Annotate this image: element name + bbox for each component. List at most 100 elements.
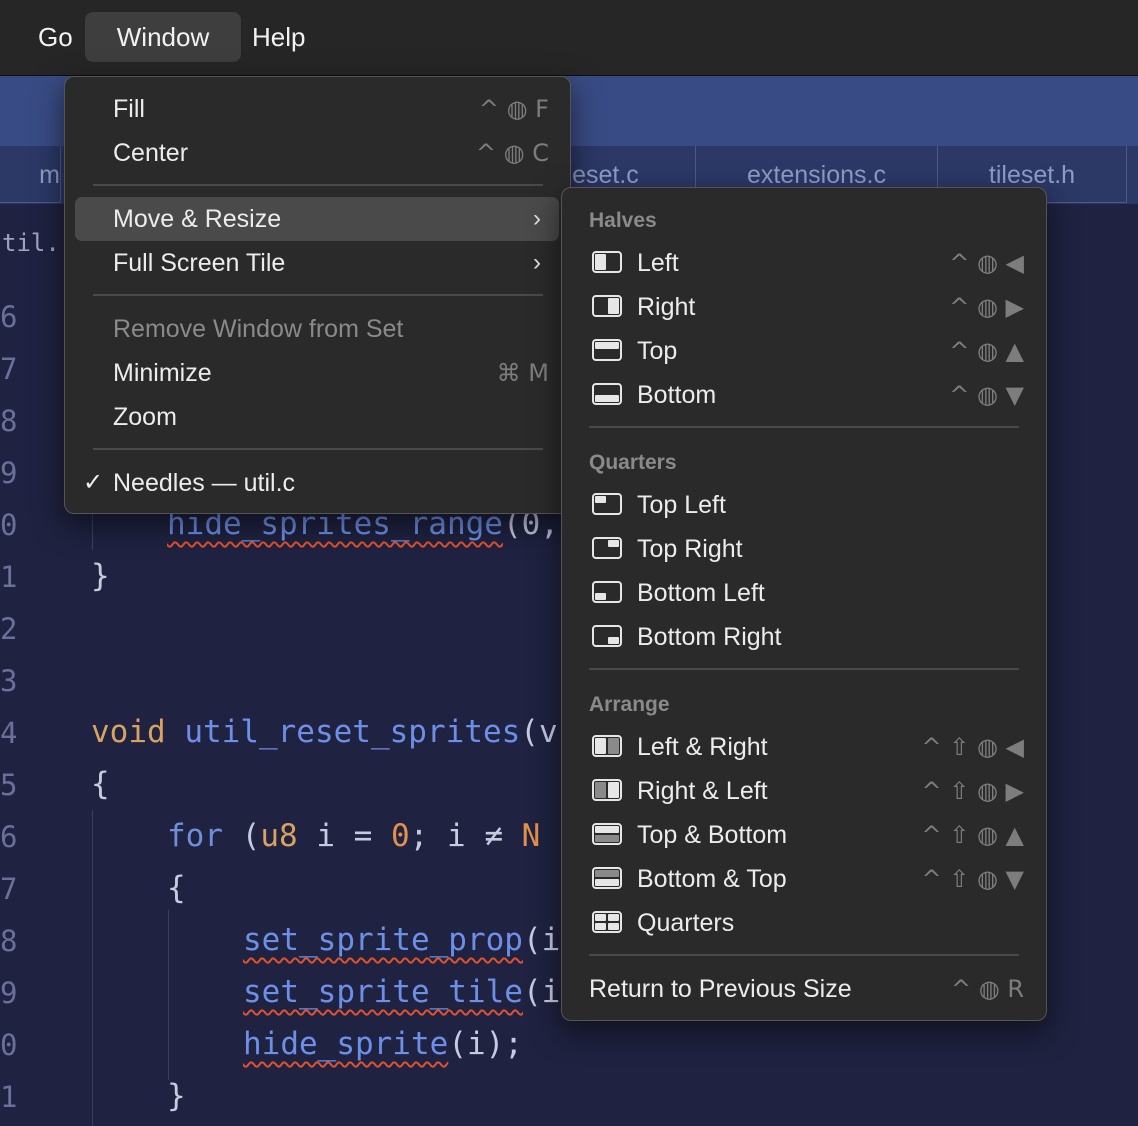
code-token: N xyxy=(521,818,541,854)
code-token: u8 xyxy=(260,818,298,854)
chevron-right-icon: › xyxy=(533,249,541,276)
line-number: 8 xyxy=(0,404,18,438)
line-number: 4 xyxy=(0,716,18,750)
shortcut-label: ^ ⇧ ◍ ▼ xyxy=(921,865,1024,893)
menu-window[interactable]: Window xyxy=(85,12,241,62)
menu-item-top-left[interactable]: Top Left xyxy=(572,483,1034,527)
shortcut-label: ^ ◍ ▲ xyxy=(949,337,1024,365)
menu-item-left[interactable]: Left ^ ◍ ◀ xyxy=(572,241,1034,285)
menu-separator xyxy=(93,448,543,450)
code-line: } xyxy=(91,558,110,594)
code-line: set_sprite_tile(i xyxy=(243,974,560,1010)
menu-item-return-previous-size[interactable]: Return to Previous Size ^ ◍ R xyxy=(572,967,1034,1011)
menu-item-label: Minimize xyxy=(113,359,212,387)
menu-bar: Go Window Help xyxy=(0,0,1138,76)
code-token: ; i ≠ xyxy=(409,818,522,854)
menu-item-label: Needles — util.c xyxy=(113,469,296,497)
menu-item-label: Quarters xyxy=(637,909,735,937)
code-token: (i); xyxy=(448,1026,523,1062)
menu-item-full-screen-tile[interactable]: Full Screen Tile › xyxy=(75,241,559,285)
checkmark-icon: ✓ xyxy=(83,469,104,496)
chevron-right-icon: › xyxy=(533,205,541,232)
menu-item-label: Full Screen Tile xyxy=(113,249,286,277)
menu-separator xyxy=(589,954,1019,956)
shortcut-label: ^ ⇧ ◍ ◀ xyxy=(921,733,1024,761)
line-number: 7 xyxy=(0,352,18,386)
arrange-right-left-icon xyxy=(592,779,622,801)
line-number: 5 xyxy=(0,768,18,802)
menu-item-minimize[interactable]: Minimize ⌘ M xyxy=(75,351,559,395)
menu-item-bottom-left[interactable]: Bottom Left xyxy=(572,571,1034,615)
menu-item-label: Top xyxy=(637,337,678,365)
menu-item-quarters[interactable]: Quarters xyxy=(572,901,1034,945)
code-line: for (u8 i = 0; i ≠ N xyxy=(167,818,540,854)
line-number: 0 xyxy=(0,1028,18,1062)
menu-item-label: Left xyxy=(637,249,679,277)
menu-item-right-left[interactable]: Right & Left ^ ⇧ ◍ ▶ xyxy=(572,769,1034,813)
shortcut-label: ^ ◍ ◀ xyxy=(949,249,1024,277)
menu-item-left-right[interactable]: Left & Right ^ ⇧ ◍ ◀ xyxy=(572,725,1034,769)
menu-item-label: Fill xyxy=(113,95,145,123)
menu-item-fill[interactable]: Fill ^ ◍ F xyxy=(75,87,559,131)
menu-item-label: Top Left xyxy=(637,491,726,519)
menu-separator xyxy=(93,184,543,186)
menu-item-top-right[interactable]: Top Right xyxy=(572,527,1034,571)
line-number: 8 xyxy=(0,924,18,958)
menu-go[interactable]: Go xyxy=(24,12,87,62)
menu-item-label: Bottom & Top xyxy=(637,865,787,893)
code-line: set_sprite_prop(i xyxy=(243,922,560,958)
tab-partial[interactable]: m xyxy=(0,146,61,203)
section-header-halves: Halves xyxy=(589,209,657,232)
menu-item-label: Remove Window from Set xyxy=(113,315,404,343)
code-token: set_sprite_prop xyxy=(243,922,523,958)
menu-item-bottom[interactable]: Bottom ^ ◍ ▼ xyxy=(572,373,1034,417)
menu-item-bottom-top[interactable]: Bottom & Top ^ ⇧ ◍ ▼ xyxy=(572,857,1034,901)
menu-item-label: Center xyxy=(113,139,189,167)
tile-bottom-icon xyxy=(592,383,622,405)
tile-right-icon xyxy=(592,295,622,317)
line-number: 1 xyxy=(0,560,18,594)
menu-item-bottom-right[interactable]: Bottom Right xyxy=(572,615,1034,659)
line-number: 2 xyxy=(0,612,18,646)
code-token: (v xyxy=(520,714,558,750)
shortcut-label: ^ ◍ ▶ xyxy=(949,293,1024,321)
code-line: hide_sprite(i); xyxy=(243,1026,523,1062)
menu-help[interactable]: Help xyxy=(238,12,319,62)
menu-item-top-bottom[interactable]: Top & Bottom ^ ⇧ ◍ ▲ xyxy=(572,813,1034,857)
indent-guide xyxy=(168,910,169,1080)
tile-left-icon xyxy=(592,251,622,273)
code-line: void util_reset_sprites(v xyxy=(91,714,558,750)
code-token: util_reset_sprites xyxy=(184,714,521,750)
code-token: i = xyxy=(297,818,391,854)
menu-item-top[interactable]: Top ^ ◍ ▲ xyxy=(572,329,1034,373)
indent-guide xyxy=(92,810,93,1126)
menu-item-right[interactable]: Right ^ ◍ ▶ xyxy=(572,285,1034,329)
menu-item-move-resize[interactable]: Move & Resize › xyxy=(75,197,559,241)
menu-item-label: Left & Right xyxy=(637,733,768,761)
arrange-bottom-top-icon xyxy=(592,867,622,889)
tile-bottom-left-icon xyxy=(592,581,622,603)
menu-item-label: Bottom xyxy=(637,381,717,409)
menu-item-label: Top Right xyxy=(637,535,743,563)
line-number: 0 xyxy=(0,508,18,542)
menu-item-zoom[interactable]: Zoom xyxy=(75,395,559,439)
menu-separator xyxy=(589,426,1019,428)
breadcrumb-text[interactable]: til. xyxy=(2,229,60,257)
arrange-quarters-icon xyxy=(592,911,622,933)
tile-top-icon xyxy=(592,339,622,361)
shortcut-label: ^ ◍ F xyxy=(478,95,549,123)
menu-separator xyxy=(589,668,1019,670)
line-number: 1 xyxy=(0,1080,18,1114)
menu-item-center[interactable]: Center ^ ◍ C xyxy=(75,131,559,175)
menu-item-window-needles[interactable]: ✓ Needles — util.c xyxy=(75,461,559,505)
arrange-top-bottom-icon xyxy=(592,823,622,845)
menu-item-remove-window: Remove Window from Set xyxy=(75,307,559,351)
tile-bottom-right-icon xyxy=(592,625,622,647)
move-resize-submenu: Halves Left ^ ◍ ◀ Right ^ ◍ ▶ Top ^ ◍ ▲ … xyxy=(561,187,1047,1021)
menu-item-label: Return to Previous Size xyxy=(589,975,852,1003)
code-token: void xyxy=(91,714,166,750)
menu-separator xyxy=(93,294,543,296)
line-number: 6 xyxy=(0,820,18,854)
menu-item-label: Move & Resize xyxy=(113,205,282,233)
shortcut-label: ^ ◍ R xyxy=(951,975,1024,1003)
